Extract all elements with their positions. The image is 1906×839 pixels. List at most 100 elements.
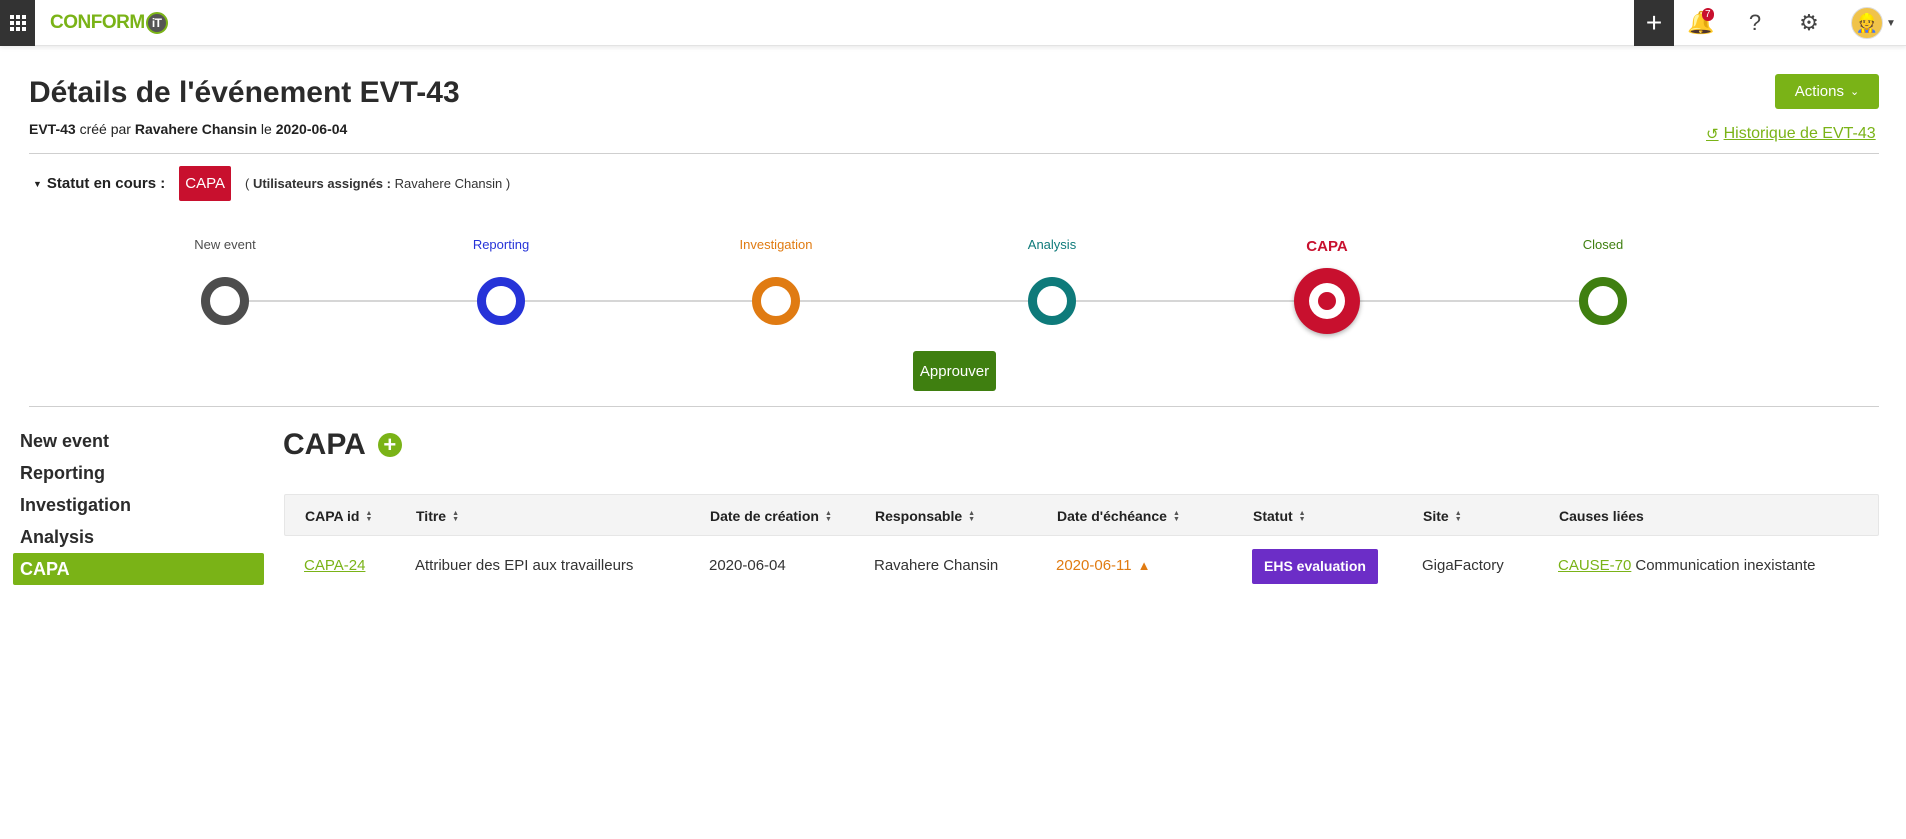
nav-item-new-event[interactable]: New event bbox=[13, 425, 264, 457]
workflow-connector bbox=[525, 300, 752, 302]
date-prefix: le bbox=[260, 121, 272, 137]
col-date-echeance-header[interactable]: Date d'échéance ▲ ▼ bbox=[1057, 495, 1180, 537]
capa-title-cell: Attribuer des EPI aux travailleurs bbox=[415, 557, 634, 574]
user-avatar[interactable]: 👷 bbox=[1851, 7, 1883, 39]
column-header-label: CAPA id bbox=[305, 508, 360, 524]
sort-icon[interactable]: ▲ ▼ bbox=[968, 510, 975, 523]
sort-icon[interactable]: ▲ ▼ bbox=[452, 510, 459, 523]
current-step-marker bbox=[1309, 283, 1345, 319]
workflow-step-circle[interactable] bbox=[201, 277, 249, 325]
add-capa-icon[interactable]: + bbox=[377, 433, 402, 457]
warning-icon: ▲ bbox=[1137, 558, 1151, 573]
current-step-dot bbox=[1318, 292, 1336, 310]
event-id: EVT-43 bbox=[29, 121, 76, 137]
workflow-step-circle[interactable] bbox=[1579, 277, 1627, 325]
col-statut-header[interactable]: Statut ▲ ▼ bbox=[1253, 495, 1306, 537]
workflow-connector bbox=[1360, 300, 1579, 302]
current-status-row: ▼ Statut en cours : CAPA ( Utilisateurs … bbox=[33, 166, 510, 201]
workflow-step-circle[interactable] bbox=[1294, 268, 1360, 334]
event-subtitle: EVT-43 créé par Ravahere Chansin le 2020… bbox=[29, 121, 347, 137]
divider bbox=[29, 153, 1879, 154]
workflow-step-label: New event bbox=[194, 237, 256, 252]
caret-down-icon[interactable]: ▼ bbox=[33, 179, 42, 189]
workflow-step-label: CAPA bbox=[1306, 238, 1348, 255]
capa-owner: Ravahere Chansin bbox=[874, 557, 999, 574]
workflow-connector bbox=[249, 300, 477, 302]
divider bbox=[29, 406, 1879, 407]
history-link[interactable]: ↺ Historique de EVT-43 bbox=[1706, 125, 1876, 143]
capa-table-header: CAPA id ▲ ▼ Titre ▲ ▼ Date de création ▲ ▼ Respon… bbox=[284, 494, 1879, 536]
workflow-step-label: Analysis bbox=[1027, 237, 1077, 252]
column-header-label: Site bbox=[1423, 508, 1449, 524]
top-bar: CONFORM iT + 🔔 7 ? ⚙ 👷 ▼ bbox=[0, 0, 1906, 46]
column-header-label: Date d'échéance bbox=[1057, 508, 1167, 524]
create-button[interactable]: + bbox=[1634, 0, 1674, 46]
workflow-connector bbox=[800, 300, 1028, 302]
col-causes-liees-header: Causes liées bbox=[1559, 495, 1644, 537]
workflow-step-circle[interactable] bbox=[477, 277, 525, 325]
column-header-label: Date de création bbox=[710, 508, 819, 524]
capa-due-date-cell: 2020-06-11 ▲ bbox=[1056, 542, 1151, 589]
mouse-cursor bbox=[1746, 418, 1758, 432]
current-status-badge: CAPA bbox=[179, 166, 232, 201]
column-header-label: Statut bbox=[1253, 508, 1293, 524]
workflow-step-label: Reporting bbox=[472, 237, 530, 252]
sort-icon[interactable]: ▲ ▼ bbox=[365, 510, 372, 523]
approve-button[interactable]: Approuver bbox=[913, 351, 996, 391]
chevron-down-icon[interactable]: ▼ bbox=[1886, 18, 1896, 29]
worker-icon: 👷 bbox=[1855, 12, 1879, 33]
capa-section-title: CAPA + bbox=[283, 428, 402, 462]
history-icon: ↺ bbox=[1706, 126, 1719, 143]
chevron-down-icon: ⌄ bbox=[1849, 86, 1860, 98]
notifications-button[interactable]: 🔔 7 bbox=[1681, 0, 1721, 46]
plus-icon: + bbox=[1645, 7, 1663, 38]
history-label: Historique de EVT-43 bbox=[1723, 125, 1876, 142]
created-by-text: créé par bbox=[79, 121, 131, 137]
created-date: 2020-06-04 bbox=[275, 121, 348, 137]
assigned-users: ( Utilisateurs assignés : Ravahere Chans… bbox=[245, 176, 511, 191]
workflow-step-circle[interactable] bbox=[752, 277, 800, 325]
section-nav: New event Reporting Investigation Analysis C… bbox=[13, 425, 264, 585]
cause-link[interactable]: CAUSE-70 bbox=[1558, 557, 1631, 574]
workflow-connector bbox=[1076, 300, 1294, 302]
assigned-user: Ravahere Chansin bbox=[394, 176, 503, 191]
col-responsable-header[interactable]: Responsable ▲ ▼ bbox=[875, 495, 975, 537]
nav-item-investigation[interactable]: Investigation bbox=[13, 489, 264, 521]
page-title: Détails de l'événement EVT-43 bbox=[29, 76, 460, 109]
capa-id-link[interactable]: CAPA-24 bbox=[304, 542, 365, 589]
question-icon: ? bbox=[1748, 10, 1762, 35]
capa-heading: CAPA bbox=[283, 428, 366, 461]
app-launcher-button[interactable] bbox=[0, 0, 35, 46]
conformit-logo[interactable]: CONFORM iT bbox=[50, 12, 168, 34]
capa-site: GigaFactory bbox=[1422, 557, 1504, 574]
nav-item-capa[interactable]: CAPA bbox=[13, 553, 264, 585]
assigned-label: Utilisateurs assignés : bbox=[252, 176, 391, 191]
nav-item-reporting[interactable]: Reporting bbox=[13, 457, 264, 489]
col-date-creation-header[interactable]: Date de création ▲ ▼ bbox=[710, 495, 832, 537]
actions-label: Actions bbox=[1794, 83, 1844, 100]
sort-icon[interactable]: ▲ ▼ bbox=[825, 510, 832, 523]
status-label[interactable]: Statut en cours : bbox=[47, 175, 165, 192]
notification-count-badge: 7 bbox=[1702, 8, 1714, 21]
workflow-step-circle[interactable] bbox=[1028, 277, 1076, 325]
workflow-step-label: Investigation bbox=[739, 237, 813, 252]
sort-icon[interactable]: ▲ ▼ bbox=[1455, 510, 1462, 523]
cause-description: Communication inexistante bbox=[1635, 557, 1816, 574]
col-capa-id-header[interactable]: CAPA id ▲ ▼ bbox=[305, 495, 372, 537]
linked-cause-cell: CAUSE-70 Communication inexistante bbox=[1558, 542, 1815, 589]
nav-item-analysis[interactable]: Analysis bbox=[13, 521, 264, 553]
help-button[interactable]: ? bbox=[1735, 0, 1775, 46]
capa-due-date: 2020-06-11 bbox=[1056, 557, 1132, 574]
settings-button[interactable]: ⚙ bbox=[1789, 0, 1829, 46]
column-header-label: Causes liées bbox=[1559, 508, 1644, 524]
logo-badge: iT bbox=[145, 12, 168, 34]
capa-created-date: 2020-06-04 bbox=[709, 557, 786, 574]
actions-button[interactable]: Actions ⌄ bbox=[1775, 74, 1879, 109]
grid-icon bbox=[9, 15, 26, 31]
sort-icon[interactable]: ▲ ▼ bbox=[1299, 510, 1306, 523]
col-site-header[interactable]: Site ▲ ▼ bbox=[1423, 495, 1462, 537]
column-header-label: Responsable bbox=[875, 508, 963, 524]
gear-icon: ⚙ bbox=[1799, 10, 1819, 35]
col-titre-header[interactable]: Titre ▲ ▼ bbox=[416, 495, 459, 537]
sort-icon[interactable]: ▲ ▼ bbox=[1173, 510, 1180, 523]
